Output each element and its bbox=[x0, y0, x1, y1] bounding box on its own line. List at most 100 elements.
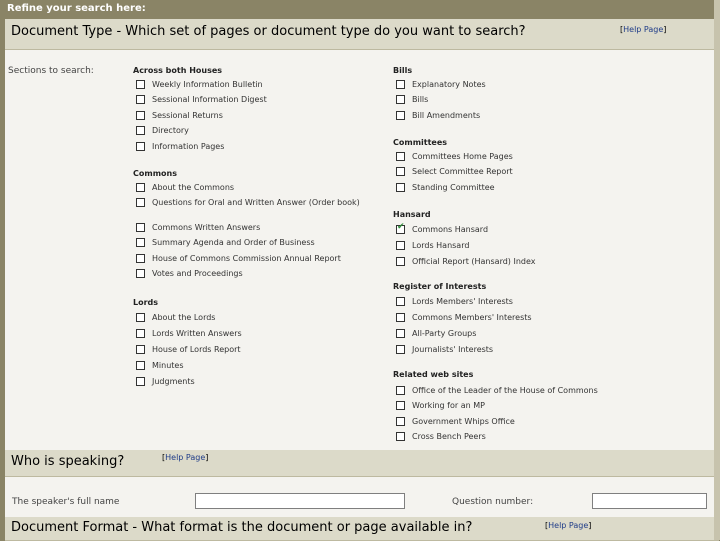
checkbox-row-related-2[interactable]: Government Whips Office bbox=[396, 414, 515, 428]
top-bar: Refine your search here: bbox=[0, 0, 720, 18]
checkbox[interactable] bbox=[136, 126, 145, 135]
checkbox[interactable] bbox=[136, 312, 145, 322]
checkbox-label: Select Committee Report bbox=[412, 167, 513, 176]
checkbox[interactable] bbox=[396, 110, 405, 120]
checkbox[interactable] bbox=[136, 344, 145, 354]
checkbox-row-register-3[interactable]: Journalists' Interests bbox=[396, 342, 493, 356]
checkbox-row-register-0[interactable]: Lords Members' Interests bbox=[396, 294, 513, 308]
checkbox[interactable] bbox=[396, 95, 405, 104]
checkbox[interactable] bbox=[396, 344, 405, 354]
document-format-header: Document Format - What format is the doc… bbox=[5, 517, 719, 541]
document-type-title: Document Type - Which set of pages or do… bbox=[11, 24, 526, 39]
group-title-bills: Bills bbox=[393, 66, 413, 75]
checkbox[interactable] bbox=[396, 328, 405, 338]
checkbox[interactable] bbox=[136, 141, 145, 151]
checkbox-row-commons-2[interactable]: Commons Written Answers bbox=[136, 220, 260, 234]
checkbox[interactable] bbox=[136, 238, 145, 247]
checkbox-row-hansard-0[interactable]: Commons Hansard bbox=[396, 222, 488, 236]
checkbox[interactable] bbox=[136, 110, 145, 120]
checkbox-label: Directory bbox=[152, 126, 189, 135]
checkbox-label: Lords Written Answers bbox=[152, 328, 242, 338]
checkbox[interactable] bbox=[396, 222, 405, 234]
document-format-help-link[interactable]: Help Page bbox=[548, 521, 588, 530]
checkbox[interactable] bbox=[136, 328, 145, 338]
checkbox[interactable] bbox=[396, 256, 405, 266]
checkbox[interactable] bbox=[396, 416, 405, 426]
checkbox-row-committees-0[interactable]: Committees Home Pages bbox=[396, 149, 513, 163]
checkbox[interactable] bbox=[396, 79, 405, 89]
checkbox[interactable] bbox=[136, 79, 145, 89]
checkbox[interactable] bbox=[136, 198, 145, 207]
checkbox-row-commons-0[interactable]: About the Commons bbox=[136, 180, 234, 194]
checkbox[interactable] bbox=[396, 296, 405, 306]
checkbox-row-commons-4[interactable]: House of Commons Commission Annual Repor… bbox=[136, 251, 341, 265]
checkbox-row-committees-2[interactable]: Standing Committee bbox=[396, 180, 495, 194]
checkbox-row-related-3[interactable]: Cross Bench Peers bbox=[396, 430, 486, 444]
checkbox-row-lords-1[interactable]: Lords Written Answers bbox=[136, 326, 242, 340]
checkbox-row-across-2[interactable]: Sessional Returns bbox=[136, 108, 223, 122]
who-speaking-help-link[interactable]: Help Page bbox=[165, 453, 205, 462]
checkbox-row-bills-0[interactable]: Explanatory Notes bbox=[396, 77, 486, 91]
group-title-lords: Lords bbox=[133, 298, 159, 307]
sections-to-search-label: Sections to search: bbox=[8, 66, 94, 76]
checkbox-row-hansard-1[interactable]: Lords Hansard bbox=[396, 238, 469, 252]
checkbox-row-across-4[interactable]: Information Pages bbox=[136, 139, 224, 153]
checkbox[interactable] bbox=[136, 222, 145, 232]
checkbox-label: Sessional Information Digest bbox=[152, 95, 267, 104]
who-speaking-title: Who is speaking? bbox=[11, 454, 125, 469]
checkbox-row-related-0[interactable]: Office of the Leader of the House of Com… bbox=[396, 383, 598, 397]
group-title-across: Across both Houses bbox=[133, 66, 223, 75]
checkbox-label: Committees Home Pages bbox=[412, 151, 513, 161]
checkbox-row-register-1[interactable]: Commons Members' Interests bbox=[396, 310, 532, 324]
checkbox-label: Information Pages bbox=[152, 141, 225, 151]
checkbox[interactable] bbox=[396, 240, 405, 250]
document-type-help-link[interactable]: Help Page bbox=[623, 25, 663, 34]
checkbox-label: House of Commons Commission Annual Repor… bbox=[152, 253, 341, 263]
checkbox-row-related-1[interactable]: Working for an MP bbox=[396, 399, 485, 413]
checkbox-row-lords-3[interactable]: Minutes bbox=[136, 358, 184, 372]
checkbox[interactable] bbox=[396, 167, 405, 176]
checkbox-row-across-3[interactable]: Directory bbox=[136, 124, 189, 138]
checkbox[interactable] bbox=[396, 151, 405, 161]
checkbox-label: Commons Hansard bbox=[412, 224, 489, 234]
checkbox-row-commons-3[interactable]: Summary Agenda and Order of Business bbox=[136, 236, 315, 250]
checkbox[interactable] bbox=[396, 401, 405, 410]
checkbox-row-lords-4[interactable]: Judgments bbox=[136, 374, 195, 388]
checkbox[interactable] bbox=[396, 312, 405, 322]
checkbox[interactable] bbox=[136, 95, 145, 104]
checkbox-row-lords-0[interactable]: About the Lords bbox=[136, 310, 215, 324]
checkbox[interactable] bbox=[136, 253, 145, 263]
checkbox-row-hansard-2[interactable]: Official Report (Hansard) Index bbox=[396, 254, 535, 268]
checkbox-label: Questions for Oral and Written Answer (O… bbox=[152, 198, 360, 207]
speaker-name-input[interactable] bbox=[195, 493, 405, 509]
checkbox-label: Minutes bbox=[152, 360, 184, 370]
checkbox-row-across-1[interactable]: Sessional Information Digest bbox=[136, 93, 267, 107]
checkbox-row-bills-1[interactable]: Bills bbox=[396, 93, 428, 107]
question-number-input[interactable] bbox=[592, 493, 707, 509]
who-speaking-header: Who is speaking? [Help Page] bbox=[5, 450, 719, 477]
checkbox-row-across-0[interactable]: Weekly Information Bulletin bbox=[136, 77, 263, 91]
checkbox[interactable] bbox=[396, 432, 405, 441]
checkbox[interactable] bbox=[136, 269, 145, 278]
checkbox[interactable] bbox=[136, 360, 145, 370]
checkbox-row-commons-1[interactable]: Questions for Oral and Written Answer (O… bbox=[136, 196, 360, 210]
checkbox-row-lords-2[interactable]: House of Lords Report bbox=[136, 342, 241, 356]
checkbox-row-commons-5[interactable]: Votes and Proceedings bbox=[136, 267, 243, 281]
checkbox-row-committees-1[interactable]: Select Committee Report bbox=[396, 165, 513, 179]
checkbox[interactable] bbox=[136, 376, 145, 386]
group-title-register: Register of Interests bbox=[393, 282, 487, 291]
checkbox-label: Sessional Returns bbox=[152, 110, 223, 120]
refine-search-title: Refine your search here: bbox=[7, 3, 146, 14]
checkbox-row-register-2[interactable]: All-Party Groups bbox=[396, 326, 476, 340]
checkbox-label: Lords Hansard bbox=[412, 240, 470, 250]
checkbox-row-bills-2[interactable]: Bill Amendments bbox=[396, 108, 480, 122]
document-type-panel bbox=[5, 50, 719, 450]
checkbox-label: Judgments bbox=[152, 376, 195, 386]
checkbox[interactable] bbox=[396, 182, 405, 192]
speaker-name-label: The speaker's full name bbox=[12, 497, 120, 507]
who-speaking-help: [Help Page] bbox=[162, 453, 209, 462]
checkbox-label: House of Lords Report bbox=[152, 344, 241, 354]
checkbox[interactable] bbox=[396, 385, 405, 395]
checkbox-label: About the Lords bbox=[152, 312, 216, 322]
checkbox[interactable] bbox=[136, 182, 145, 192]
